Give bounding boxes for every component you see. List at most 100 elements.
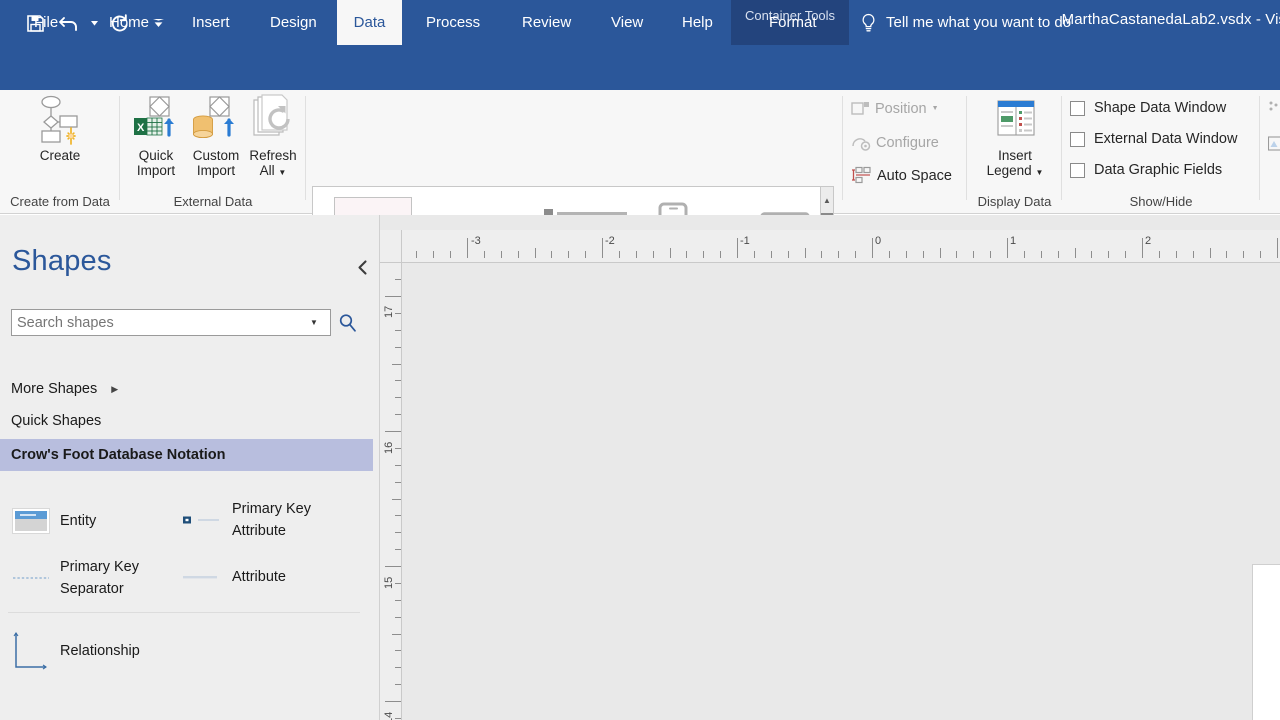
ruler-tick xyxy=(686,251,688,258)
insert-legend-button[interactable]: Insert Legend ▼ xyxy=(981,94,1049,180)
ruler-tick xyxy=(804,248,806,258)
ribbon-group-display-data: Insert Legend ▼ Display Data xyxy=(967,90,1062,214)
ruler-tick xyxy=(500,251,502,258)
tab-format[interactable]: Format xyxy=(755,0,831,45)
stencil-primary-key-attribute[interactable]: Primary Key Attribute xyxy=(180,498,311,542)
position-dropdown-icon[interactable]: ▼ xyxy=(932,105,939,112)
ruler-tick xyxy=(517,251,519,258)
ruler-tick xyxy=(1226,251,1228,258)
ruler-tick xyxy=(392,363,401,365)
primary-key-attribute-shape-icon xyxy=(180,509,222,531)
chevron-left-icon[interactable] xyxy=(352,257,372,277)
configure-button[interactable]: Configure xyxy=(851,134,939,152)
refresh-all-button[interactable]: Refresh All ▼ xyxy=(242,94,304,180)
shape-data-window-label: Shape Data Window xyxy=(1094,100,1227,116)
ruler-tick xyxy=(568,251,570,258)
ruler-tick xyxy=(888,251,890,258)
chevron-right-icon: ▶ xyxy=(111,383,119,394)
ruler-tick xyxy=(395,380,401,382)
ruler-tick xyxy=(652,251,654,258)
ruler-tick xyxy=(669,248,671,258)
ruler-tick xyxy=(905,251,907,258)
data-graphic-fields-checkbox[interactable]: Data Graphic Fields xyxy=(1070,162,1222,178)
tab-home[interactable]: Home xyxy=(95,0,163,45)
ruler-corner[interactable] xyxy=(380,230,402,263)
ruler-tick xyxy=(1277,238,1278,258)
attribute-shape-icon xyxy=(180,566,222,588)
insert-legend-dropdown-icon[interactable]: ▼ xyxy=(1035,168,1043,177)
ruler-tick xyxy=(395,414,401,416)
search-shapes-box[interactable]: ▼ xyxy=(11,309,331,336)
sidebar-item-crows-foot-database-notation[interactable]: Crow's Foot Database Notation xyxy=(0,439,373,471)
ruler-tick xyxy=(1175,251,1177,258)
document-title: MarthaCastanedaLab2.vsdx - Visio xyxy=(1061,11,1280,28)
partial-icon-2[interactable] xyxy=(1267,136,1280,157)
create-from-data-label: Create xyxy=(39,148,81,163)
ruler-tick xyxy=(585,251,587,258)
ruler-label: -3 xyxy=(471,235,481,247)
ribbon-group-create-from-data: Create Create from Data xyxy=(0,90,120,214)
visio-window: Container Tools MarthaCastanedaLab2.vsdx… xyxy=(0,0,1280,720)
ribbon-group-show-hide: Shape Data Window External Data Window D… xyxy=(1062,90,1260,214)
shape-data-window-checkbox[interactable]: Shape Data Window xyxy=(1070,100,1226,116)
horizontal-ruler[interactable]: -3 -2 -1 0 1 2 xyxy=(402,230,1280,263)
partial-icon-1[interactable] xyxy=(1268,100,1280,121)
tab-process[interactable]: Process xyxy=(412,0,494,45)
drawing-canvas[interactable]: Suppliers PK SupID SupCompanyName SupCon… xyxy=(380,215,1280,720)
external-data-window-checkbox[interactable]: External Data Window xyxy=(1070,131,1237,147)
ruler-tick xyxy=(395,650,401,652)
ruler-tick xyxy=(395,717,401,719)
ruler-tick xyxy=(395,549,401,551)
sidebar-item-quick-shapes[interactable]: Quick Shapes xyxy=(0,405,380,437)
ruler-tick xyxy=(395,684,401,686)
stencil-entity[interactable]: Entity xyxy=(12,508,96,534)
vertical-ruler[interactable]: 17 16 15 14 xyxy=(380,263,402,720)
stencil-attribute[interactable]: Attribute xyxy=(180,566,286,588)
ruler-tick xyxy=(753,251,755,258)
ruler-label: 1 xyxy=(1010,235,1017,247)
ruler-tick xyxy=(395,515,401,517)
stencil-primary-key-separator[interactable]: Primary Key Separator xyxy=(12,556,139,600)
tab-review[interactable]: Review xyxy=(508,0,585,45)
ruler-tick xyxy=(385,431,401,432)
sidebar-item-more-shapes[interactable]: More Shapes ▶ xyxy=(0,373,380,405)
ruler-tick xyxy=(1192,251,1194,258)
tab-data[interactable]: Data xyxy=(337,0,402,45)
gallery-scroll-up-icon[interactable]: ▲ xyxy=(821,187,833,213)
quick-shapes-label: Quick Shapes xyxy=(11,413,102,429)
excel-import-icon: X xyxy=(128,94,184,146)
tab-file[interactable]: File xyxy=(20,0,72,45)
ruler-tick xyxy=(720,251,722,258)
ruler-tick xyxy=(1158,251,1160,258)
tab-help[interactable]: Help xyxy=(668,0,727,45)
stencil-primary-key-separator-label: Primary Key Separator xyxy=(60,556,139,600)
quick-import-button[interactable]: X Quick Import xyxy=(125,94,187,178)
create-from-data-button[interactable]: Create xyxy=(27,94,93,163)
custom-import-button[interactable]: Custom Import xyxy=(185,94,247,178)
ruler-tick xyxy=(416,251,418,258)
ruler-tick xyxy=(703,251,705,258)
ruler-tick xyxy=(770,251,772,258)
stencil-relationship[interactable]: Relationship xyxy=(12,630,140,672)
position-button[interactable]: Position ▼ xyxy=(851,100,939,117)
drawing-page[interactable] xyxy=(1253,565,1280,720)
ruler-tick xyxy=(395,279,401,281)
tab-insert[interactable]: Insert xyxy=(178,0,244,45)
ruler-tick xyxy=(551,251,553,258)
insert-legend-icon xyxy=(990,94,1040,146)
tab-design[interactable]: Design xyxy=(256,0,331,45)
external-data-window-label: External Data Window xyxy=(1094,131,1238,147)
auto-space-button[interactable]: Auto Space xyxy=(851,166,952,185)
search-input[interactable] xyxy=(17,314,303,331)
refresh-all-dropdown-icon[interactable]: ▼ xyxy=(278,168,286,177)
ruler-tick xyxy=(395,346,401,348)
tell-me-search[interactable]: Tell me what you want to do xyxy=(850,0,1071,45)
search-icon[interactable] xyxy=(335,310,361,336)
refresh-all-icon xyxy=(245,94,301,146)
ruler-tick xyxy=(1260,251,1262,258)
ruler-tick xyxy=(395,464,401,466)
ruler-tick xyxy=(395,329,401,331)
ruler-tick xyxy=(1074,248,1076,258)
tab-view[interactable]: View xyxy=(597,0,657,45)
chevron-down-icon[interactable]: ▼ xyxy=(303,318,325,327)
